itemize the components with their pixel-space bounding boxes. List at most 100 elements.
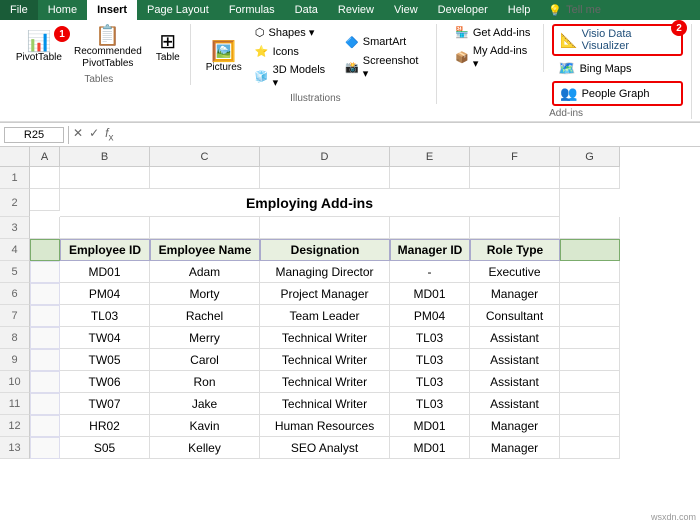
pictures-button[interactable]: 🖼️ Pictures: [203, 40, 245, 76]
tell-me-input[interactable]: 💡 Tell me: [540, 0, 609, 20]
col-header-g[interactable]: G: [560, 147, 620, 167]
cell-a3[interactable]: [30, 217, 60, 239]
cell-a1[interactable]: [30, 167, 60, 189]
cell-g10[interactable]: [560, 371, 620, 393]
cell-c12[interactable]: Kavin: [150, 415, 260, 437]
cell-f12[interactable]: Manager: [470, 415, 560, 437]
cell-a10[interactable]: [30, 371, 60, 393]
shapes-button[interactable]: ⬡ Shapes ▾: [249, 24, 335, 41]
col-header-f[interactable]: F: [470, 147, 560, 167]
recommended-pivottables-button[interactable]: 📋 RecommendedPivotTables: [70, 24, 146, 72]
people-graph-button[interactable]: 👥 People Graph: [552, 81, 683, 106]
cell-f9[interactable]: Assistant: [470, 349, 560, 371]
cell-f6[interactable]: Manager: [470, 283, 560, 305]
cell-g3[interactable]: [560, 217, 620, 239]
screenshot-button[interactable]: 📸 Screenshot ▾: [339, 53, 428, 82]
cell-b10[interactable]: TW06: [60, 371, 150, 393]
cell-e7[interactable]: PM04: [390, 305, 470, 327]
cell-d12[interactable]: Human Resources: [260, 415, 390, 437]
tab-review[interactable]: Review: [328, 0, 384, 20]
cell-a12[interactable]: [30, 415, 60, 437]
cell-c3[interactable]: [150, 217, 260, 239]
cell-d1[interactable]: [260, 167, 390, 189]
cell-d11[interactable]: Technical Writer: [260, 393, 390, 415]
name-box[interactable]: [4, 127, 64, 143]
cell-e12[interactable]: MD01: [390, 415, 470, 437]
cell-g8[interactable]: [560, 327, 620, 349]
cell-c4-header[interactable]: Employee Name: [150, 239, 260, 261]
cell-b12[interactable]: HR02: [60, 415, 150, 437]
my-addins-button[interactable]: 📦 My Add-ins ▾: [449, 43, 537, 72]
tab-home[interactable]: Home: [38, 0, 87, 20]
cell-e3[interactable]: [390, 217, 470, 239]
cell-g13[interactable]: [560, 437, 620, 459]
tab-formulas[interactable]: Formulas: [219, 0, 285, 20]
cell-a8[interactable]: [30, 327, 60, 349]
table-button[interactable]: ⊞ Table: [150, 30, 186, 66]
cell-f8[interactable]: Assistant: [470, 327, 560, 349]
function-icon[interactable]: fx: [105, 126, 113, 143]
cell-b7[interactable]: TL03: [60, 305, 150, 327]
cell-a4[interactable]: [30, 239, 60, 261]
col-header-b[interactable]: B: [60, 147, 150, 167]
cell-d5[interactable]: Managing Director: [260, 261, 390, 283]
cell-e9[interactable]: TL03: [390, 349, 470, 371]
tab-page-layout[interactable]: Page Layout: [137, 0, 219, 20]
tab-insert[interactable]: Insert: [87, 0, 137, 20]
smartart-button[interactable]: 🔷 SmartArt: [339, 34, 428, 51]
cell-e6[interactable]: MD01: [390, 283, 470, 305]
cell-b3[interactable]: [60, 217, 150, 239]
cell-f10[interactable]: Assistant: [470, 371, 560, 393]
cell-f1[interactable]: [470, 167, 560, 189]
cell-f3[interactable]: [470, 217, 560, 239]
cell-a5[interactable]: [30, 261, 60, 283]
cell-c9[interactable]: Carol: [150, 349, 260, 371]
cell-a13[interactable]: [30, 437, 60, 459]
cell-d13[interactable]: SEO Analyst: [260, 437, 390, 459]
cell-e1[interactable]: [390, 167, 470, 189]
pivottable-button[interactable]: 📊 PivotTable 1: [12, 30, 66, 66]
cell-e13[interactable]: MD01: [390, 437, 470, 459]
cell-b4-header[interactable]: Employee ID: [60, 239, 150, 261]
cell-c7[interactable]: Rachel: [150, 305, 260, 327]
cell-g11[interactable]: [560, 393, 620, 415]
cell-f7[interactable]: Consultant: [470, 305, 560, 327]
cell-g5[interactable]: [560, 261, 620, 283]
cell-c10[interactable]: Ron: [150, 371, 260, 393]
cell-f11[interactable]: Assistant: [470, 393, 560, 415]
cell-c13[interactable]: Kelley: [150, 437, 260, 459]
bing-maps-button[interactable]: 🗺️ Bing Maps: [552, 58, 683, 79]
cell-b11[interactable]: TW07: [60, 393, 150, 415]
cell-g12[interactable]: [560, 415, 620, 437]
cell-d10[interactable]: Technical Writer: [260, 371, 390, 393]
cell-d6[interactable]: Project Manager: [260, 283, 390, 305]
tab-view[interactable]: View: [384, 0, 428, 20]
cell-a6[interactable]: [30, 283, 60, 305]
icons-button[interactable]: ⭐ Icons: [249, 43, 335, 60]
cell-b1[interactable]: [60, 167, 150, 189]
cell-g4[interactable]: [560, 239, 620, 261]
cell-f4-header[interactable]: Role Type: [470, 239, 560, 261]
tab-data[interactable]: Data: [285, 0, 328, 20]
cell-e5[interactable]: -: [390, 261, 470, 283]
cell-a2[interactable]: [30, 189, 60, 211]
cell-f13[interactable]: Manager: [470, 437, 560, 459]
cell-g1[interactable]: [560, 167, 620, 189]
title-cell[interactable]: Employing Add-ins: [60, 189, 560, 217]
cell-c6[interactable]: Morty: [150, 283, 260, 305]
cell-b8[interactable]: TW04: [60, 327, 150, 349]
cell-f5[interactable]: Executive: [470, 261, 560, 283]
cell-c5[interactable]: Adam: [150, 261, 260, 283]
col-header-a[interactable]: A: [30, 147, 60, 167]
cell-e4-header[interactable]: Manager ID: [390, 239, 470, 261]
tab-developer[interactable]: Developer: [428, 0, 498, 20]
cell-d7[interactable]: Team Leader: [260, 305, 390, 327]
cell-b9[interactable]: TW05: [60, 349, 150, 371]
cell-b6[interactable]: PM04: [60, 283, 150, 305]
cell-e11[interactable]: TL03: [390, 393, 470, 415]
cell-c1[interactable]: [150, 167, 260, 189]
cell-a9[interactable]: [30, 349, 60, 371]
formula-input[interactable]: [117, 127, 696, 143]
cell-d8[interactable]: Technical Writer: [260, 327, 390, 349]
cell-b5[interactable]: MD01: [60, 261, 150, 283]
